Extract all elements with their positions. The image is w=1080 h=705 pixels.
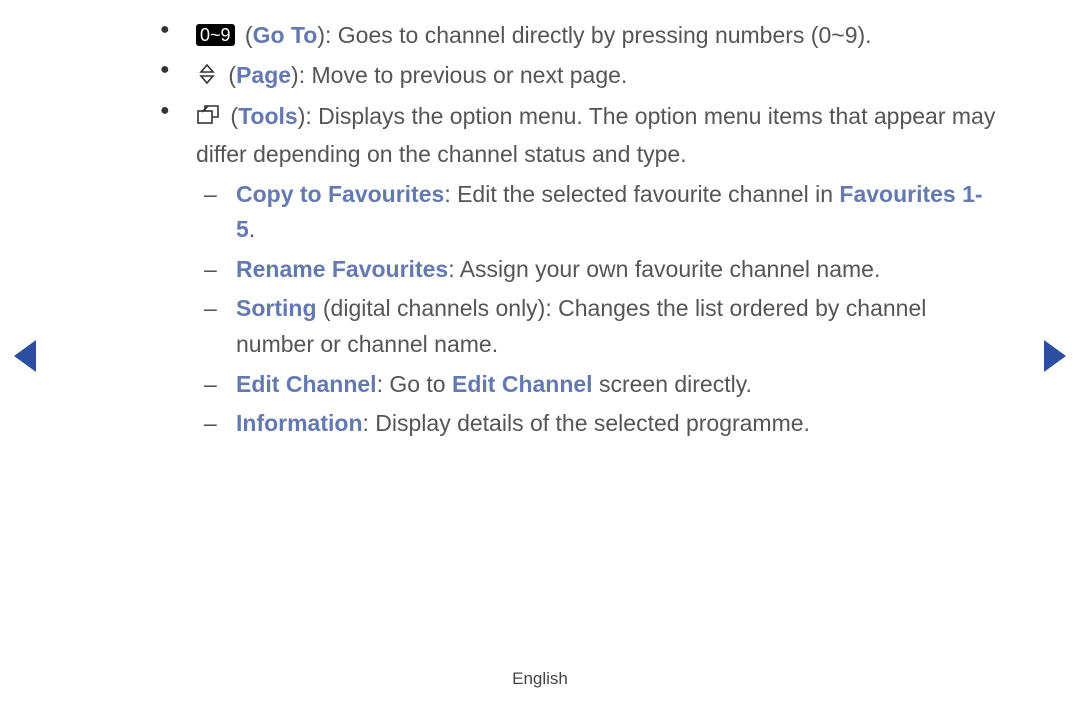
copy-dot: . (249, 216, 255, 242)
sub-sorting: Sorting (digital channels only): Changes… (196, 291, 1000, 362)
rename-desc: : Assign your own favourite channel name… (448, 256, 880, 282)
triangle-left-icon (14, 340, 36, 372)
triangle-right-icon (1044, 340, 1066, 372)
number-keys-icon: 0~9 (196, 24, 235, 46)
bullet-goto: 0~9 (Go To): Goes to channel directly by… (160, 18, 1000, 54)
edit-desc2: screen directly. (593, 371, 752, 397)
manual-content: 0~9 (Go To): Goes to channel directly by… (160, 18, 1000, 446)
copy-label: Copy to Favourites (236, 181, 444, 207)
edit-kw2: Edit Channel (452, 371, 593, 397)
goto-label: Go To (253, 22, 318, 48)
rename-label: Rename Favourites (236, 256, 448, 282)
bullet-tools: (Tools): Displays the option menu. The o… (160, 99, 1000, 442)
sub-edit: Edit Channel: Go to Edit Channel screen … (196, 367, 1000, 403)
sub-copy: Copy to Favourites: Edit the selected fa… (196, 177, 1000, 248)
nav-left-arrow[interactable] (14, 340, 36, 372)
tools-label: Tools (238, 103, 298, 129)
tools-desc1: : Displays the option menu. The option m… (305, 103, 952, 129)
sorting-desc: (digital channels only): Changes the lis… (236, 295, 926, 357)
copy-desc: : Edit the selected favourite channel in (444, 181, 839, 207)
goto-desc: : Goes to channel directly by pressing n… (325, 22, 872, 48)
footer-language: English (0, 669, 1080, 689)
sub-info: Information: Display details of the sele… (196, 406, 1000, 442)
info-desc: : Display details of the selected progra… (363, 410, 810, 436)
page-label: Page (236, 62, 291, 88)
sorting-label: Sorting (236, 295, 317, 321)
bullet-page: (Page): Move to previous or next page. (160, 58, 1000, 96)
sub-rename: Rename Favourites: Assign your own favou… (196, 252, 1000, 288)
updown-icon (196, 60, 218, 96)
nav-right-arrow[interactable] (1044, 340, 1066, 372)
info-label: Information (236, 410, 363, 436)
tools-icon (196, 101, 220, 137)
edit-desc1: : Go to (377, 371, 452, 397)
edit-label: Edit Channel (236, 371, 377, 397)
page-desc: : Move to previous or next page. (299, 62, 628, 88)
